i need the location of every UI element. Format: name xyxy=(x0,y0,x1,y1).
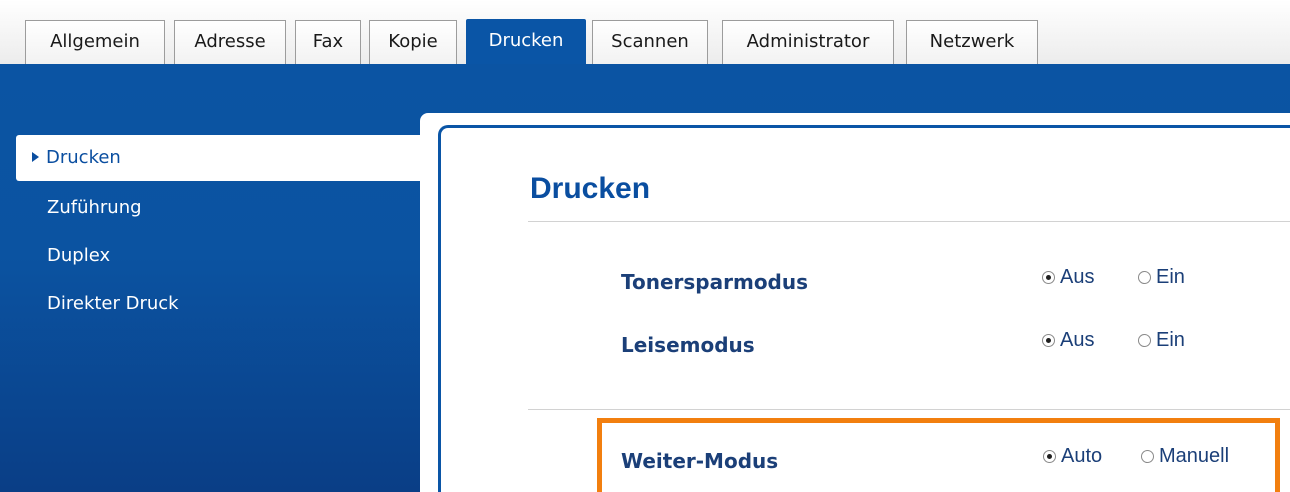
section-divider xyxy=(528,409,1290,410)
tonersparmodus-ein-radio[interactable]: Ein xyxy=(1138,266,1185,289)
radio-unchecked-icon xyxy=(1138,334,1151,347)
page-title: Drucken xyxy=(530,172,651,205)
sidebar-item-label: Zuführung xyxy=(47,197,142,218)
tab-fax[interactable]: Fax xyxy=(295,20,361,64)
sidebar-item-zufuehrung[interactable]: Zuführung xyxy=(16,185,420,231)
radio-checked-icon xyxy=(1043,450,1056,463)
tonersparmodus-label: Tonersparmodus xyxy=(621,270,809,294)
radio-checked-icon xyxy=(1042,334,1055,347)
sidebar-item-label: Direkter Druck xyxy=(47,293,179,314)
sidebar-item-drucken[interactable]: Drucken xyxy=(16,135,420,181)
leisemodus-label: Leisemodus xyxy=(621,333,755,357)
sidebar-item-direkter-druck[interactable]: Direkter Druck xyxy=(16,281,420,327)
arrow-right-icon xyxy=(32,152,39,162)
tab-administrator[interactable]: Administrator xyxy=(722,20,894,64)
weiter-modus-label: Weiter-Modus xyxy=(621,449,779,473)
tab-scannen[interactable]: Scannen xyxy=(592,20,708,64)
sidebar-item-duplex[interactable]: Duplex xyxy=(16,233,420,279)
leisemodus-aus-radio[interactable]: Aus xyxy=(1042,329,1094,352)
title-divider xyxy=(528,221,1290,222)
tonersparmodus-aus-radio[interactable]: Aus xyxy=(1042,266,1094,289)
sidebar-item-label: Drucken xyxy=(46,147,121,168)
radio-unchecked-icon xyxy=(1138,271,1151,284)
radio-unchecked-icon xyxy=(1141,450,1154,463)
tab-allgemein[interactable]: Allgemein xyxy=(25,20,165,64)
top-tab-bar: Allgemein Adresse Fax Kopie Drucken Scan… xyxy=(0,0,1290,65)
radio-checked-icon xyxy=(1042,271,1055,284)
tab-kopie[interactable]: Kopie xyxy=(369,20,457,64)
tab-netzwerk[interactable]: Netzwerk xyxy=(906,20,1038,64)
tab-adresse[interactable]: Adresse xyxy=(174,20,286,64)
weiter-modus-auto-radio[interactable]: Auto xyxy=(1043,445,1102,468)
weiter-modus-manuell-radio[interactable]: Manuell xyxy=(1141,445,1229,468)
leisemodus-ein-radio[interactable]: Ein xyxy=(1138,329,1185,352)
tab-drucken[interactable]: Drucken xyxy=(466,19,586,65)
sidebar-item-label: Duplex xyxy=(47,245,111,266)
